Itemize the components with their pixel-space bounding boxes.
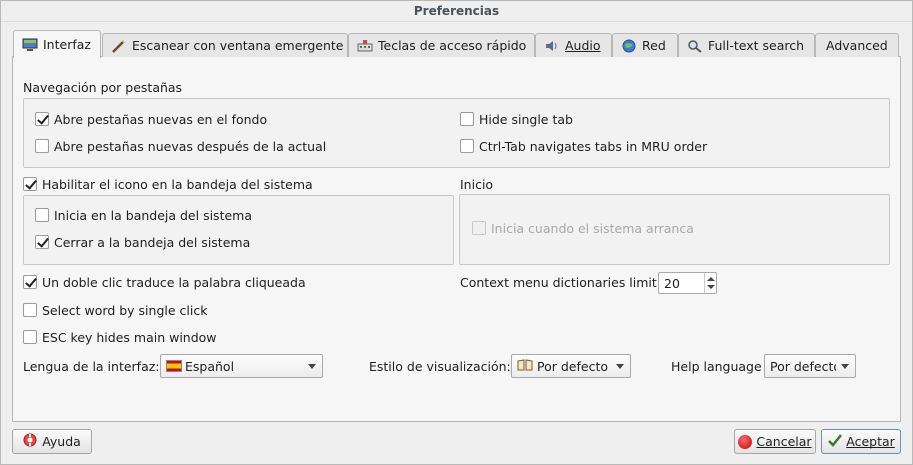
display-style-label: Estilo de visualización: [369,359,511,374]
interface-language-value: Español [185,358,235,374]
start-with-system-label: Inicia cuando el sistema arranca [491,221,694,236]
tab-hotkeys[interactable]: Teclas de acceso rápido [348,33,535,57]
spin-down-icon[interactable] [707,285,715,289]
close-to-tray-checkbox[interactable] [35,235,49,249]
start-in-tray-label: Inicia en la bandeja del sistema [54,208,252,223]
single-click-label: Select word by single click [42,303,208,318]
ok-button-label: Aceptar [846,434,895,449]
enable-tray-label: Habilitar el icono en la bandeja del sis… [42,177,313,192]
startup-group-title: Inicio [460,177,494,192]
speaker-icon [544,39,560,53]
lifebuoy-icon [23,433,37,450]
open-after-current-checkbox[interactable] [35,139,49,153]
keyboard-icon [357,39,373,53]
cancel-button[interactable]: Cancelar [734,429,816,454]
ok-button[interactable]: Aceptar [821,429,901,454]
checkmark-icon [827,433,843,450]
single-click-checkbox[interactable] [23,303,37,317]
help-language-value: Por defecto [770,358,836,374]
double-click-label: Un doble clic traduce la palabra cliquea… [42,275,306,290]
help-language-label: Help language [671,359,762,374]
open-background-checkbox[interactable] [35,112,49,126]
start-with-system-checkbox[interactable] [472,221,486,235]
spin-buttons[interactable] [704,273,716,293]
tab-advanced[interactable]: Advanced [815,33,899,57]
enable-tray-checkbox[interactable] [23,177,37,191]
hide-single-tab-label: Hide single tab [479,112,573,127]
context-limit-spinbox[interactable]: 20 [658,272,717,294]
tab-label: Full-text search [708,38,805,53]
monitor-icon [22,38,38,52]
esc-hides-checkbox[interactable] [23,330,37,344]
help-button-label: Ayuda [42,434,81,449]
magnifier-icon [687,39,703,53]
context-limit-value: 20 [664,276,680,291]
tab-label: Interfaz [43,37,91,52]
tab-label: Teclas de acceso rápido [378,38,527,53]
hide-single-tab-checkbox[interactable] [460,112,474,126]
tab-popup-scan[interactable]: Escanear con ventana emergente [102,33,348,57]
interface-language-select[interactable]: Español [160,354,323,378]
open-background-label: Abre pestañas nuevas en el fondo [54,112,268,127]
tab-fulltext-search[interactable]: Full-text search [678,33,815,57]
window-title: Preferencias [0,0,913,22]
ctrl-tab-mru-checkbox[interactable] [460,139,474,153]
book-icon [517,358,533,374]
tab-label: Escanear con ventana emergente [132,38,344,53]
nav-group-title: Navegación por pestañas [23,80,183,95]
flag-icon [166,360,182,372]
wand-icon [111,39,127,53]
display-style-select[interactable]: Por defecto [511,354,631,378]
ctrl-tab-mru-label: Ctrl-Tab navigates tabs in MRU order [479,139,708,154]
globe-icon [621,39,637,53]
tab-network[interactable]: Red [612,33,678,57]
cancel-button-label: Cancelar [756,434,812,449]
open-after-current-label: Abre pestañas nuevas después de la actua… [54,139,327,154]
spin-up-icon[interactable] [707,277,715,281]
stop-icon [738,434,753,449]
tab-audio[interactable]: Audio [535,33,612,57]
interface-language-label: Lengua de la interfaz: [23,359,160,374]
tray-group-box [23,195,454,265]
tab-label: Audio [565,38,601,53]
tab-label: Advanced [826,38,888,53]
double-click-checkbox[interactable] [23,275,37,289]
close-to-tray-label: Cerrar a la bandeja del sistema [54,235,251,250]
chevron-down-icon [308,364,316,369]
tab-interfaz[interactable]: Interfaz [13,30,101,58]
display-style-value: Por defecto [537,358,608,374]
help-button[interactable]: Ayuda [12,429,92,454]
context-limit-label: Context menu dictionaries limit: [460,275,662,290]
chevron-down-icon [616,364,624,369]
nav-group-box [23,98,890,168]
tab-label: Red [642,38,666,53]
esc-hides-label: ESC key hides main window [42,330,217,345]
help-language-select[interactable]: Por defecto [764,354,856,378]
start-in-tray-checkbox[interactable] [35,208,49,222]
chevron-down-icon [841,364,849,369]
